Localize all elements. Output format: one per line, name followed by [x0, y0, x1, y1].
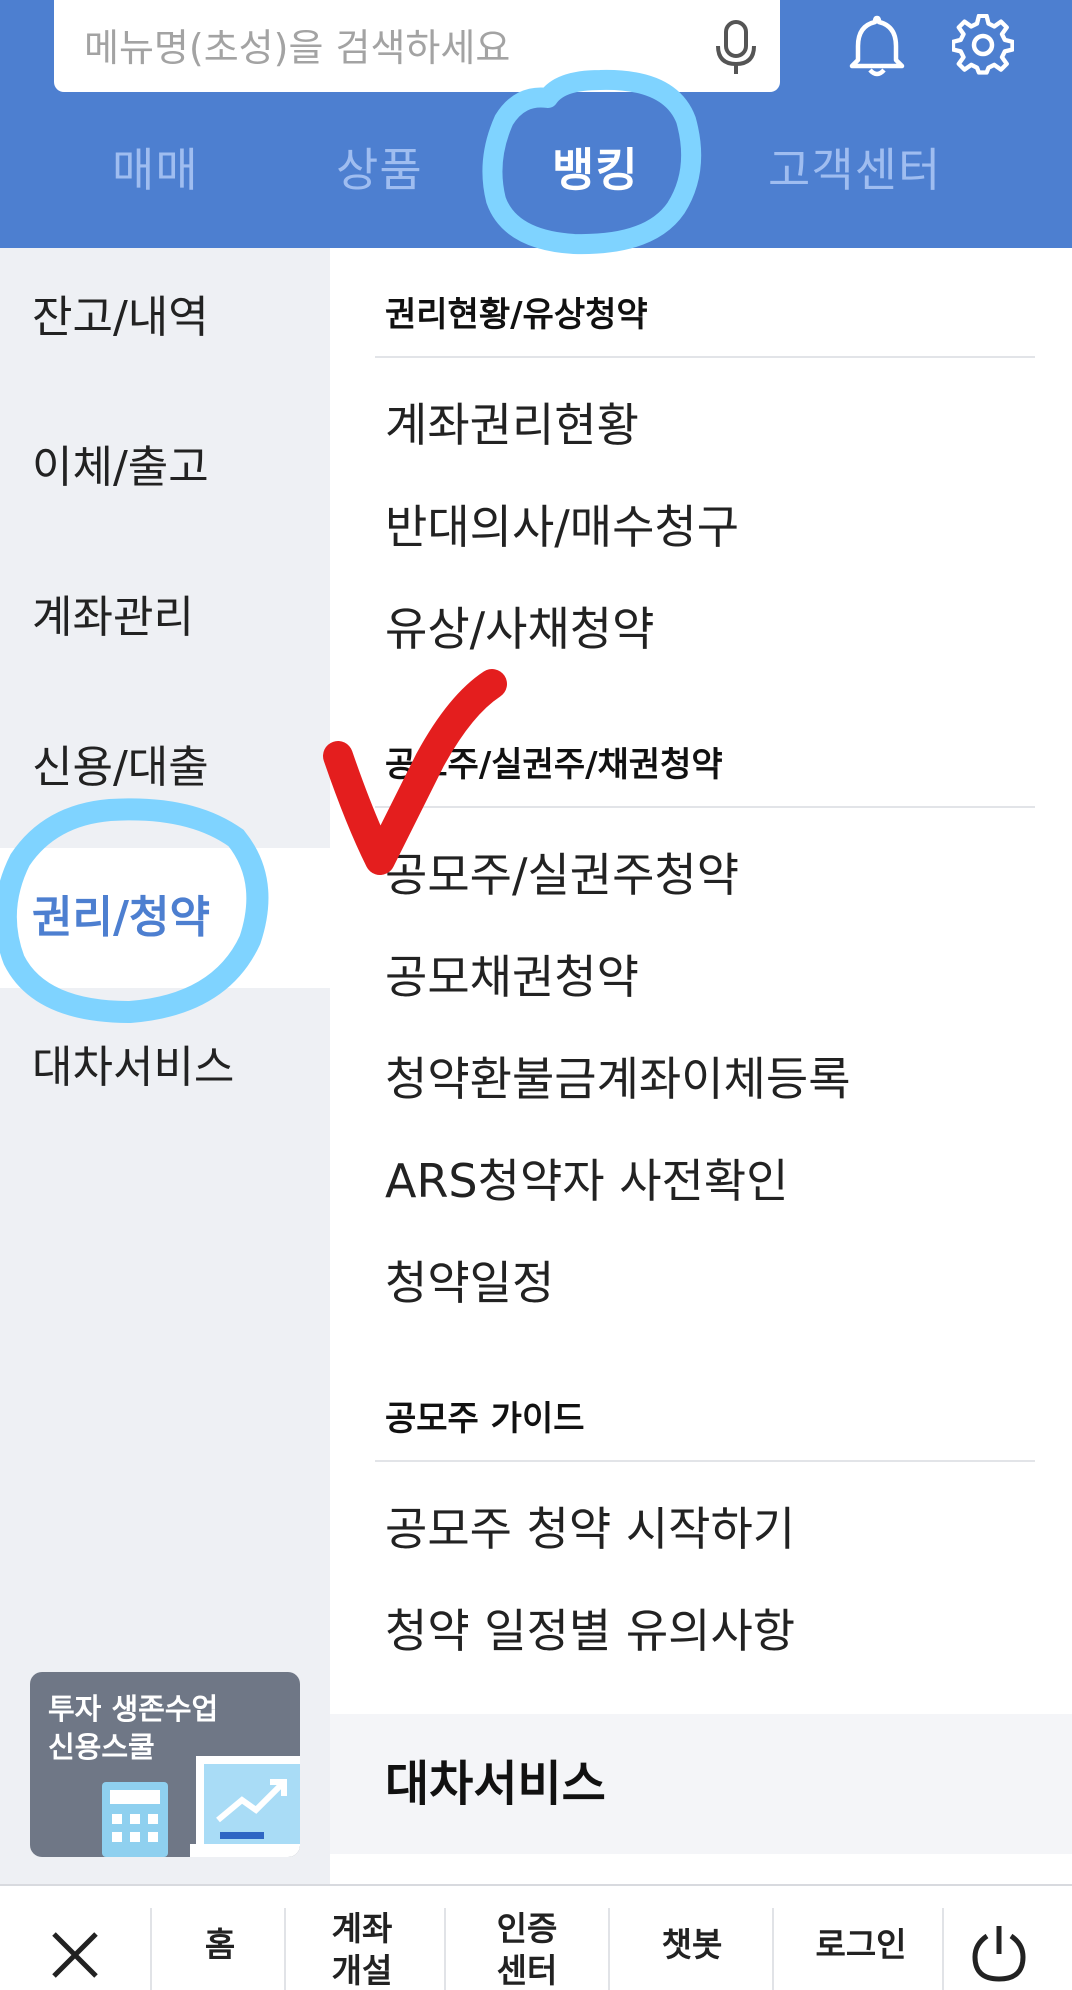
nav-login[interactable]: 로그인: [790, 1924, 932, 1966]
nav-separator: [444, 1908, 446, 1990]
top-tabs: 매매 상품 뱅킹 고객센터: [0, 130, 1072, 210]
calculator-icon: [102, 1782, 168, 1857]
link-ipo-subscription[interactable]: 공모주/실권주청약: [385, 840, 739, 910]
nav-separator: [608, 1908, 610, 1990]
sidebar-item-credit[interactable]: 신용/대출: [0, 698, 330, 838]
app-header: 메뉴명(초성)을 검색하세요 매매 상품 뱅킹 고객센터: [0, 0, 1072, 248]
nav-separator: [942, 1908, 944, 1990]
link-dissent-purchase[interactable]: 반대의사/매수청구: [385, 492, 739, 562]
promo-line-1: 투자 생존수업: [48, 1692, 219, 1726]
nav-chatbot[interactable]: 챗봇: [624, 1924, 760, 1966]
link-ars-preconfirm[interactable]: ARS청약자 사전확인: [385, 1146, 789, 1216]
bell-icon[interactable]: [848, 14, 906, 78]
chart-laptop-icon: [190, 1756, 300, 1857]
divider: [375, 806, 1035, 808]
promo-banner[interactable]: 투자 생존수업 신용스쿨: [30, 1672, 300, 1857]
close-icon[interactable]: [50, 1930, 100, 1980]
nav-separator: [772, 1908, 774, 1990]
sidebar-item-rights[interactable]: 권리/청약: [0, 848, 330, 988]
sidebar-item-account[interactable]: 계좌관리: [0, 548, 330, 688]
link-account-rights[interactable]: 계좌권리현황: [385, 390, 639, 460]
category-sidebar: 잔고/내역 이체/출고 계좌관리 신용/대출 권리/청약 대차서비스 투자 생존…: [0, 248, 330, 1884]
tab-banking[interactable]: 뱅킹: [552, 130, 639, 210]
lending-title: 대차서비스: [385, 1756, 606, 1812]
section-title-rights: 권리현황/유상청약: [385, 295, 648, 335]
nav-separator: [284, 1908, 286, 1990]
section-title-ipo-guide: 공모주 가이드: [385, 1399, 585, 1439]
power-icon[interactable]: [972, 1924, 1026, 1982]
gear-icon[interactable]: [952, 14, 1014, 76]
search-input[interactable]: 메뉴명(초성)을 검색하세요: [54, 0, 780, 92]
nav-home[interactable]: 홈: [170, 1924, 270, 1966]
link-paid-subscription[interactable]: 유상/사채청약: [385, 594, 654, 664]
tab-trading[interactable]: 매매: [112, 130, 199, 210]
tab-products[interactable]: 상품: [336, 130, 423, 210]
bottom-nav: 홈 계좌 개설 인증 센터 챗봇 로그인: [0, 1884, 1072, 1990]
link-refund-account[interactable]: 청약환불금계좌이체등록: [385, 1044, 851, 1114]
link-bond-subscription[interactable]: 공모채권청약: [385, 942, 639, 1012]
link-subscription-schedule[interactable]: 청약일정: [385, 1248, 554, 1318]
tab-customer-center[interactable]: 고객센터: [768, 130, 941, 210]
section-header-lending[interactable]: 대차서비스: [330, 1714, 1072, 1854]
link-ipo-start-guide[interactable]: 공모주 청약 시작하기: [385, 1494, 795, 1564]
submenu-panel: 권리현황/유상청약 계좌권리현황 반대의사/매수청구 유상/사채청약 공모주/실…: [330, 248, 1072, 1884]
divider: [375, 1460, 1035, 1462]
sidebar-item-balance[interactable]: 잔고/내역: [0, 248, 330, 388]
link-schedule-notes[interactable]: 청약 일정별 유의사항: [385, 1596, 795, 1666]
divider: [375, 356, 1035, 358]
nav-separator: [150, 1908, 152, 1990]
sidebar-item-transfer[interactable]: 이체/출고: [0, 398, 330, 538]
promo-text: 투자 생존수업 신용스쿨: [48, 1690, 218, 1766]
sidebar-item-lending[interactable]: 대차서비스: [0, 998, 330, 1138]
nav-auth-center[interactable]: 인증 센터: [462, 1908, 592, 1990]
search-placeholder: 메뉴명(초성)을 검색하세요: [84, 26, 511, 70]
mic-icon[interactable]: [714, 20, 758, 76]
nav-open-account[interactable]: 계좌 개설: [300, 1908, 424, 1990]
section-title-ipo: 공모주/실권주/채권청약: [385, 745, 723, 785]
